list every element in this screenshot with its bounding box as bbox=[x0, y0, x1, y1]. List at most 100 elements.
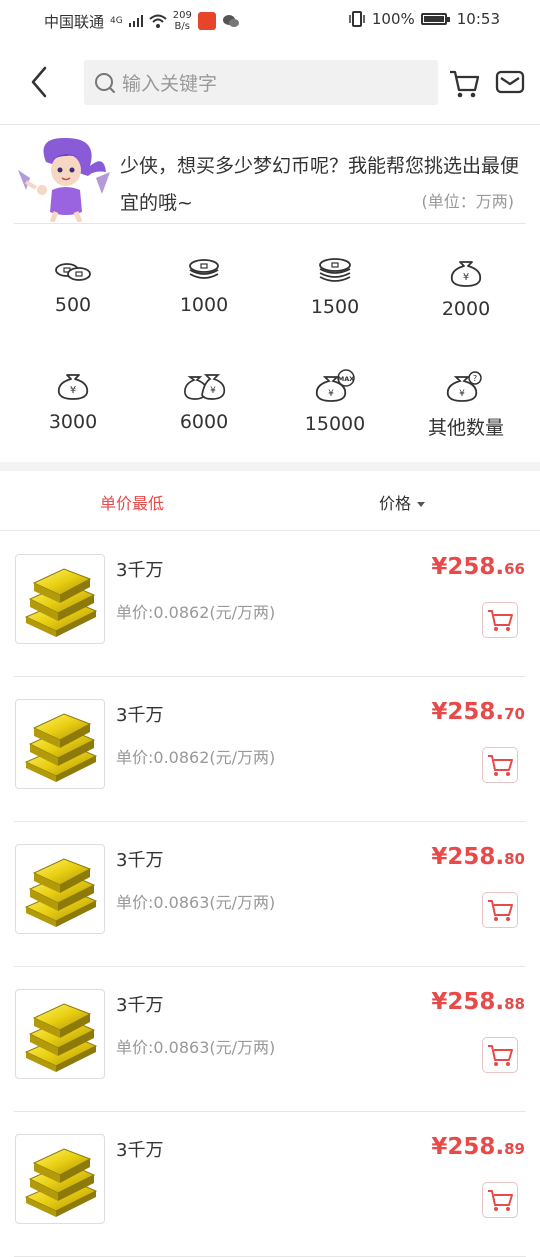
amount-option-6000[interactable]: ¥ 6000 bbox=[144, 343, 264, 443]
gold-bars-image bbox=[15, 989, 105, 1079]
cart-icon bbox=[488, 1045, 513, 1066]
vibrate-icon bbox=[349, 11, 365, 27]
svg-text:¥: ¥ bbox=[459, 389, 465, 399]
amount-label: 500 bbox=[54, 294, 92, 316]
gold-bars-image bbox=[15, 844, 105, 934]
amount-option-other[interactable]: ¥? 其他数量 bbox=[406, 343, 526, 443]
signal-icon bbox=[128, 15, 143, 27]
money-bag-max-icon: ¥ MAX bbox=[315, 369, 355, 402]
money-bag-icon: ¥ bbox=[57, 374, 89, 400]
gold-bars-icon bbox=[24, 713, 98, 782]
listing-item[interactable]: 3千万 单价:0.0863(元/万两) ¥258.80 bbox=[0, 822, 540, 967]
amount-label: 6000 bbox=[179, 411, 229, 433]
listing-item[interactable]: 3千万 单价:0.0862(元/万两) ¥258.66 bbox=[0, 532, 540, 677]
coins-small-icon bbox=[55, 263, 91, 281]
battery-percent: 100% bbox=[371, 10, 415, 28]
listing-price: ¥258.66 bbox=[431, 554, 525, 580]
gold-bars-icon bbox=[24, 1148, 98, 1217]
net-speed: 209 B/s bbox=[172, 10, 192, 32]
add-to-cart-button[interactable] bbox=[482, 602, 518, 638]
amount-option-3000[interactable]: ¥ 3000 bbox=[13, 343, 133, 443]
cart-icon bbox=[488, 610, 513, 631]
app-notification-icon bbox=[197, 12, 216, 30]
money-bag-question-icon: ¥? bbox=[446, 371, 482, 402]
money-bag-icon: ¥ bbox=[450, 261, 482, 287]
listing-name: 3千万 bbox=[116, 995, 164, 1016]
listing-item[interactable]: 3千万 ¥258.89 bbox=[0, 1112, 540, 1257]
banner-unit: (单位：万两) bbox=[421, 192, 515, 211]
status-bar: 中国联通 4G 209 B/s 100% 10:53 bbox=[0, 0, 540, 40]
amount-option-2000[interactable]: ¥ 2000 bbox=[406, 230, 526, 330]
cart-icon bbox=[488, 1190, 513, 1211]
wifi-icon bbox=[149, 14, 167, 28]
listing-item[interactable]: 3千万 单价:0.0863(元/万两) ¥258.88 bbox=[0, 967, 540, 1112]
svg-text:¥: ¥ bbox=[463, 272, 469, 283]
svg-text:¥: ¥ bbox=[210, 386, 216, 396]
cart-button[interactable] bbox=[447, 66, 481, 100]
carrier-label: 中国联通 bbox=[44, 12, 105, 31]
coins-large-icon bbox=[319, 258, 351, 282]
sort-price-label: 价格 bbox=[379, 494, 412, 513]
search-placeholder: 输入关键字 bbox=[122, 73, 218, 95]
amount-label: 3000 bbox=[48, 411, 98, 433]
add-to-cart-button[interactable] bbox=[482, 747, 518, 783]
search-input[interactable]: 输入关键字 bbox=[84, 60, 438, 105]
cart-icon bbox=[488, 755, 513, 776]
wechat-icon bbox=[222, 15, 239, 27]
amount-label: 2000 bbox=[441, 298, 491, 320]
listing-unit-price: 单价:0.0862(元/万两) bbox=[116, 603, 276, 622]
amount-option-500[interactable]: 500 bbox=[13, 230, 133, 330]
listing-name: 3千万 bbox=[116, 850, 164, 871]
listing-price: ¥258.70 bbox=[431, 699, 525, 725]
listing-price: ¥258.80 bbox=[431, 844, 525, 870]
svg-text:¥: ¥ bbox=[70, 385, 76, 396]
amount-grid: 500 1000 1500 ¥ 2000 ¥ 3000 ¥ 6000 ¥ MAX … bbox=[0, 230, 540, 460]
add-to-cart-button[interactable] bbox=[482, 1037, 518, 1073]
svg-text:MAX: MAX bbox=[338, 375, 355, 383]
header: 输入关键字 bbox=[0, 52, 540, 114]
message-button[interactable] bbox=[494, 66, 526, 98]
network-type: 4G bbox=[110, 16, 123, 26]
listing-item[interactable]: 3千万 单价:0.0862(元/万两) ¥258.70 bbox=[0, 677, 540, 822]
listing-unit-price: 单价:0.0863(元/万两) bbox=[116, 1038, 276, 1057]
svg-text:?: ? bbox=[473, 374, 477, 383]
amount-label: 其他数量 bbox=[427, 417, 504, 439]
search-icon bbox=[95, 72, 115, 93]
gold-bars-image bbox=[15, 554, 105, 644]
sort-bar: 单价最低 价格 bbox=[0, 471, 540, 531]
chevron-left-icon bbox=[31, 66, 47, 98]
assistant-banner: 少侠，想买多少梦幻币呢？我能帮您挑选出最便宜的哦~ (单位：万两) bbox=[14, 130, 526, 224]
gold-bars-image bbox=[15, 1134, 105, 1224]
add-to-cart-button[interactable] bbox=[482, 1182, 518, 1218]
amount-option-1000[interactable]: 1000 bbox=[144, 230, 264, 330]
amount-option-1500[interactable]: 1500 bbox=[275, 230, 395, 330]
add-to-cart-button[interactable] bbox=[482, 892, 518, 928]
coins-stack-icon bbox=[189, 259, 219, 279]
listing-name: 3千万 bbox=[116, 705, 164, 726]
clock: 10:53 bbox=[456, 10, 500, 28]
amount-label: 15000 bbox=[304, 413, 366, 435]
listing-name: 3千万 bbox=[116, 1140, 164, 1161]
gold-bars-icon bbox=[24, 568, 98, 637]
caret-down-icon bbox=[417, 502, 426, 507]
gold-bars-icon bbox=[24, 1003, 98, 1072]
header-divider bbox=[0, 124, 540, 125]
sort-price[interactable]: 价格 bbox=[379, 490, 426, 514]
listing-price: ¥258.89 bbox=[431, 1134, 525, 1160]
money-bags-icon: ¥ bbox=[184, 374, 226, 400]
battery-icon bbox=[420, 13, 450, 25]
listing-unit-price: 单价:0.0862(元/万两) bbox=[116, 748, 276, 767]
character-avatar bbox=[18, 137, 110, 222]
svg-text:¥: ¥ bbox=[328, 389, 334, 399]
gold-bars-icon bbox=[24, 858, 98, 927]
mail-icon bbox=[495, 70, 525, 94]
listing-unit-price: 单价:0.0863(元/万两) bbox=[116, 893, 276, 912]
amount-option-15000[interactable]: ¥ MAX 15000 bbox=[275, 343, 395, 443]
amount-label: 1500 bbox=[310, 296, 360, 318]
back-button[interactable] bbox=[24, 60, 56, 104]
cart-icon bbox=[450, 70, 480, 98]
section-divider bbox=[0, 462, 540, 471]
gold-bars-image bbox=[15, 699, 105, 789]
sort-lowest-unit-price[interactable]: 单价最低 bbox=[100, 490, 164, 514]
listing-price: ¥258.88 bbox=[431, 989, 525, 1015]
